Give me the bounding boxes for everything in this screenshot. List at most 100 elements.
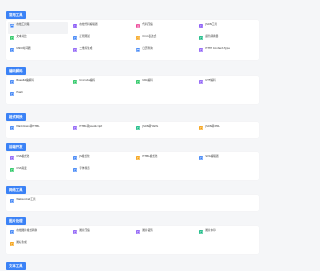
- tool-item[interactable]: Hash: [8, 90, 68, 102]
- tool-name: HTML格式化: [142, 155, 158, 158]
- tool-text: HTML转JavaScript: [79, 125, 102, 128]
- tools-page: 常用工具在线工具箱 在线代码编辑器 代码压缩 JSON工具文本对比 正则测试 Cron表达…: [0, 0, 265, 270]
- tool-name: UTF编码: [205, 79, 216, 82]
- http-icon: [199, 48, 204, 53]
- utf-icon: [199, 80, 204, 85]
- tool-text: Hash: [16, 91, 23, 94]
- section-title: 常用工具: [6, 11, 26, 19]
- tool-item[interactable]: 在线图片格式转换: [8, 228, 68, 240]
- tool-name: Markdown转HTML: [16, 125, 40, 128]
- regex-icon: [73, 36, 78, 41]
- tool-text: 日历查询: [142, 47, 152, 50]
- tool-item[interactable]: Unicode编码: [71, 78, 131, 90]
- tool-item[interactable]: JSON工具: [197, 22, 257, 34]
- js-icon: [73, 156, 78, 161]
- tool-item[interactable]: SVG编辑器: [197, 154, 257, 166]
- crop-icon: [136, 230, 141, 235]
- tool-grid: 在线工具箱 在线代码编辑器 代码压缩 JSON工具文本对比 正则测试 Cron表达式 颜色转…: [8, 22, 257, 58]
- qrcode-icon: [73, 48, 78, 53]
- tool-name: 在线代码编辑器: [79, 23, 98, 26]
- tool-text: 颜色转换器: [205, 35, 218, 38]
- tool-grid: Base64编解码 Unicode编码 URL编码 UTF编码 Hash: [8, 78, 257, 102]
- section-6: 文本工具: [6, 252, 259, 271]
- tool-name: JSON工具: [205, 23, 217, 26]
- html-icon: [73, 126, 78, 131]
- section-title: 图片处理: [6, 217, 26, 225]
- tool-text: JSON工具: [205, 23, 217, 26]
- section-1: 编码解码 Base64编解码 Unicode编码 URL编码 UTF编码 Hash: [6, 57, 259, 104]
- tool-text: 在线代码编辑器: [79, 23, 97, 26]
- favicon-icon: [10, 242, 15, 247]
- tool-item[interactable]: 在线工具箱: [8, 22, 68, 34]
- tool-name: 正则测试: [79, 35, 90, 38]
- tool-text: Cron表达式: [142, 35, 156, 38]
- tool-text: 图片水印: [205, 229, 215, 232]
- tool-name: Unicode编码: [79, 79, 96, 82]
- code-icon: [73, 24, 78, 29]
- tool-text: JSON转YAML: [142, 125, 158, 128]
- url-icon: [136, 80, 141, 85]
- tool-name: 图标生成: [16, 241, 27, 244]
- tool-text: UTF编码: [205, 79, 215, 82]
- braces-icon: [199, 24, 204, 29]
- tool-name: 代码压缩: [142, 23, 153, 26]
- xml-icon: [199, 126, 204, 131]
- tool-text: JSON转XML: [205, 125, 219, 128]
- tool-item[interactable]: 在线代码编辑器: [71, 22, 131, 34]
- tool-item[interactable]: 图标生成: [8, 240, 68, 252]
- tool-text: Base64编解码: [16, 79, 33, 82]
- tool-text: URL编码: [142, 79, 152, 82]
- section-card: 在线工具箱 在线代码编辑器 代码压缩 JSON工具文本对比 正则测试 Cron表达式 颜色转…: [6, 20, 259, 60]
- tool-item[interactable]: 文本对比: [8, 34, 68, 46]
- tool-item[interactable]: 颜色转换器: [197, 34, 257, 46]
- base64-icon: [10, 80, 15, 85]
- tool-name: Hash: [16, 91, 23, 94]
- font-icon: [73, 168, 78, 173]
- tool-item[interactable]: CSS格式化: [8, 154, 68, 166]
- tool-text: 代码压缩: [142, 23, 152, 26]
- tool-item[interactable]: URL编码: [134, 78, 194, 90]
- section-title: 格式转换: [6, 113, 26, 121]
- gradient-icon: [10, 168, 15, 173]
- palette-icon: [199, 36, 204, 41]
- tool-text: Markdown转HTML: [16, 125, 39, 128]
- tool-text: Unicode编码: [79, 79, 95, 82]
- tool-name: 图片裁剪: [142, 229, 153, 232]
- section-5: 图片处理在线图片格式转换 图片压缩 图片裁剪 图片水印图标生成: [6, 207, 259, 254]
- clock-icon: [136, 36, 141, 41]
- tool-text: HTTP Content-Type: [205, 47, 229, 50]
- tool-item[interactable]: UTF编码: [197, 78, 257, 90]
- tool-item[interactable]: HTML格式化: [134, 154, 194, 166]
- socket-icon: [10, 199, 15, 204]
- tool-grid: 在线图片格式转换 图片压缩 图片裁剪 图片水印图标生成: [8, 228, 257, 252]
- tool-text: CSS格式化: [16, 155, 29, 158]
- tool-name: 图片压缩: [79, 229, 90, 232]
- tool-item[interactable]: 图片水印: [197, 228, 257, 240]
- section-title: 编码解码: [6, 67, 26, 75]
- tool-name: JSON转XML: [205, 125, 220, 128]
- tool-item[interactable]: 正则测试: [71, 34, 131, 46]
- tool-text: HTML格式化: [142, 155, 157, 158]
- tool-name: JS格式化: [79, 155, 90, 158]
- tool-item[interactable]: Base64编解码: [8, 78, 68, 90]
- tool-name: UNIX时间戳: [16, 47, 31, 50]
- section-title: 前端开发: [6, 143, 26, 151]
- section-card: 在线图片格式转换 图片压缩 图片裁剪 图片水印图标生成: [6, 226, 259, 254]
- tool-text: JS格式化: [79, 155, 89, 158]
- diff-icon: [10, 36, 15, 41]
- tool-name: SVG编辑器: [205, 155, 219, 158]
- tool-text: 在线工具箱: [16, 23, 29, 26]
- tool-name: 字体预览: [79, 167, 90, 170]
- image-convert-icon: [10, 230, 15, 235]
- tool-item[interactable]: 图片裁剪: [134, 228, 194, 240]
- tool-text: 图片压缩: [79, 229, 89, 232]
- section-4: 网络工具 Websocket工具: [6, 176, 259, 211]
- hash-icon: [10, 92, 15, 97]
- tool-item[interactable]: Cron表达式: [134, 34, 194, 46]
- tool-item[interactable]: JS格式化: [71, 154, 131, 166]
- tool-grid: CSS格式化 JS格式化 HTML格式化 SVG编辑器 CSS渐变 字体预览: [8, 154, 257, 178]
- css-icon: [10, 156, 15, 161]
- tool-item[interactable]: 代码压缩: [134, 22, 194, 34]
- tool-item[interactable]: 图片压缩: [71, 228, 131, 240]
- tool-text: 二维码生成: [79, 47, 92, 50]
